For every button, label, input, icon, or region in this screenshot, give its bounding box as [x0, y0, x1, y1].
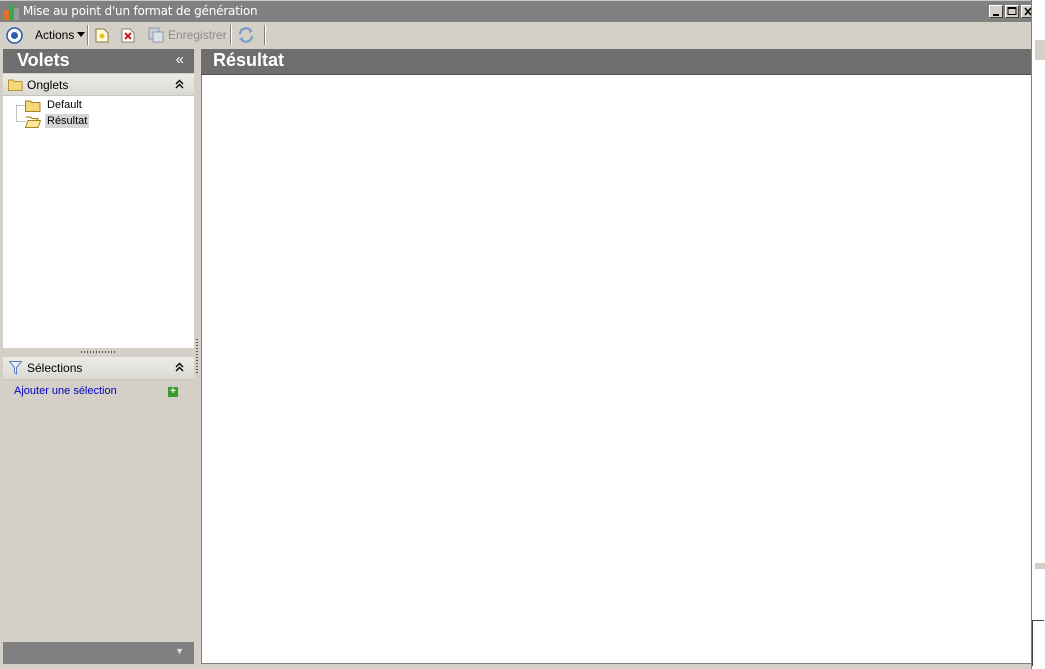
tabs-section-title: Onglets	[27, 78, 69, 92]
nav-button[interactable]	[6, 25, 23, 45]
edge-tab	[1035, 40, 1045, 60]
toolbar-separator	[87, 25, 89, 45]
minimize-button[interactable]	[989, 5, 1003, 18]
toolbar-separator	[264, 25, 266, 45]
actions-menu-button[interactable]: Actions	[35, 25, 86, 45]
window-title: Mise au point d'un format de génération	[23, 4, 258, 18]
tree-item-default[interactable]: Default	[25, 97, 84, 113]
add-selection-link[interactable]: Ajouter une sélection	[14, 385, 117, 397]
save-label: Enregistrer	[168, 28, 227, 42]
folder-icon	[8, 79, 23, 91]
selections-section-title: Sélections	[27, 361, 83, 375]
collapse-panes-button[interactable]: «	[176, 51, 184, 68]
collapse-section-icon[interactable]	[175, 362, 184, 372]
pane-splitter[interactable]	[194, 49, 201, 665]
tree-item-label: Résultat	[45, 114, 90, 128]
refresh-icon	[238, 27, 254, 43]
app-icon	[4, 4, 19, 20]
tree-item-label: Default	[47, 99, 82, 111]
filter-icon	[9, 361, 22, 375]
tree-item-resultat[interactable]: Résultat	[25, 113, 90, 129]
content-area	[201, 75, 1031, 664]
new-button[interactable]	[95, 25, 109, 45]
delete-icon	[121, 28, 135, 42]
panes-header: Volets «	[3, 49, 194, 73]
window-edge	[1031, 0, 1045, 669]
circle-target-icon	[6, 26, 23, 44]
panes-title: Volets	[17, 50, 70, 70]
content-header: Résultat	[201, 49, 1031, 75]
maximize-icon	[1007, 7, 1017, 15]
folder-open-icon	[25, 116, 41, 128]
refresh-button[interactable]	[237, 25, 255, 45]
splitter-grip	[196, 339, 198, 375]
toolbar: Actions Enregistrer	[0, 22, 1031, 48]
selections-section-header[interactable]: Sélections	[3, 357, 194, 380]
actions-label: Actions	[35, 28, 75, 42]
add-selection-icon[interactable]: +	[168, 387, 178, 397]
edge-frame	[1032, 620, 1044, 666]
content-title: Résultat	[213, 50, 285, 70]
section-splitter[interactable]	[3, 348, 194, 356]
collapse-section-icon[interactable]	[175, 79, 184, 89]
footer-chevron-down-icon[interactable]: ▼	[175, 646, 184, 656]
save-button[interactable]: Enregistrer	[148, 25, 227, 45]
panes-footer: ▼	[3, 642, 194, 664]
new-document-icon	[95, 28, 109, 42]
edge-tab	[1035, 563, 1045, 569]
delete-button[interactable]	[121, 25, 135, 45]
folder-closed-icon	[25, 100, 41, 112]
tabs-section-header[interactable]: Onglets	[3, 74, 194, 96]
toolbar-separator	[230, 25, 232, 45]
selections-panel: Ajouter une sélection +	[3, 380, 194, 642]
minimize-icon	[993, 14, 999, 16]
dropdown-arrow-icon	[77, 32, 86, 37]
tabs-tree: Default Résultat	[3, 96, 194, 348]
window-title-bar: Mise au point d'un format de génération	[0, 0, 1033, 22]
maximize-button[interactable]	[1005, 5, 1019, 18]
save-icon	[148, 27, 164, 43]
splitter-grip	[81, 351, 117, 353]
